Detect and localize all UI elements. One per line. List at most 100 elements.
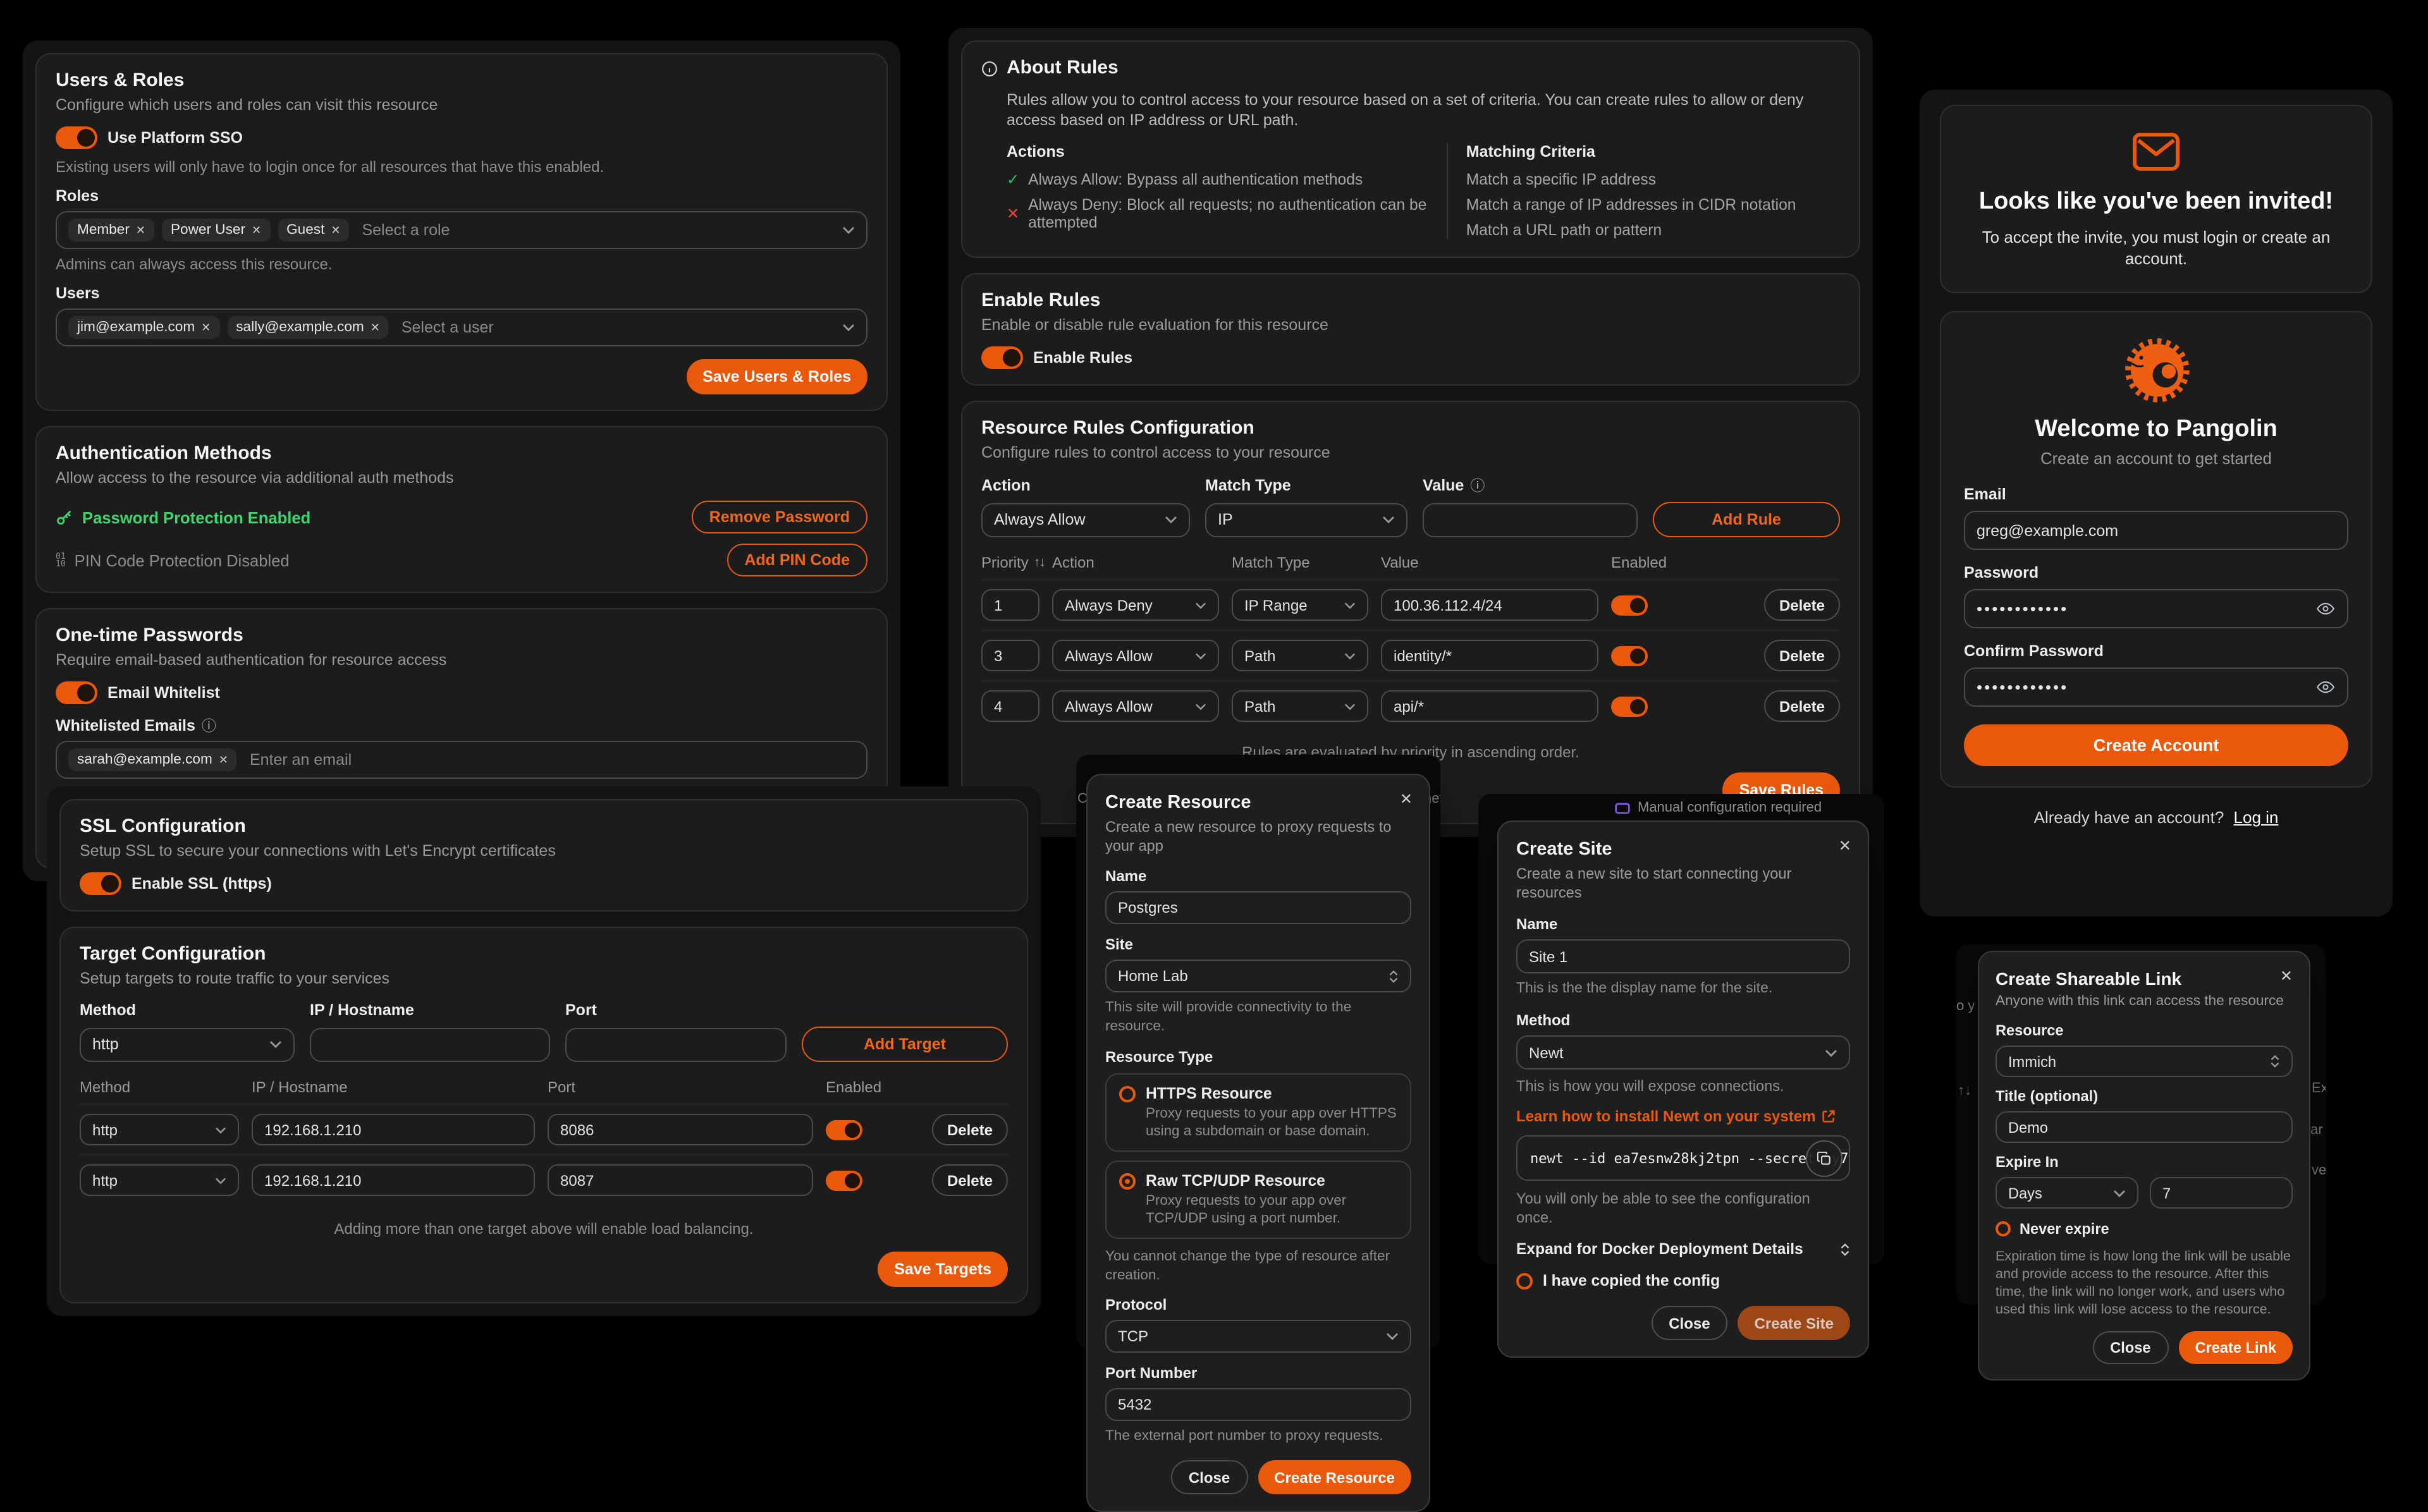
port-number-input[interactable]: 5432 [1105, 1388, 1411, 1421]
match-select[interactable]: Path [1232, 640, 1368, 671]
raw-tcp-udp-option[interactable]: Raw TCP/UDP Resource Proxy requests to y… [1105, 1161, 1411, 1239]
never-expire-radio[interactable] [1996, 1221, 2011, 1236]
remove-password-button[interactable]: Remove Password [692, 501, 868, 533]
create-resource-button[interactable]: Create Resource [1258, 1460, 1411, 1494]
eye-icon[interactable] [2317, 602, 2334, 616]
col-value: Value [1381, 554, 1598, 571]
chip-remove-icon[interactable]: ✕ [201, 319, 211, 336]
add-pin-code-button[interactable]: Add PIN Code [727, 544, 868, 576]
invite-subtitle: To accept the invite, you must login or … [1961, 226, 2351, 269]
action-select[interactable]: Always Deny [1052, 589, 1219, 621]
method-select[interactable]: Newt [1516, 1035, 1850, 1070]
target-enabled-toggle[interactable] [826, 1119, 862, 1140]
create-link-button[interactable]: Create Link [2179, 1331, 2293, 1364]
priority-input[interactable]: 1 [981, 589, 1039, 621]
expire-value-input[interactable]: 7 [2150, 1177, 2293, 1209]
match-type-select[interactable]: IP [1205, 503, 1407, 537]
radio-checked-icon[interactable] [1119, 1173, 1136, 1189]
close-button[interactable]: Close [1171, 1460, 1248, 1494]
delete-rule-button[interactable]: Delete [1764, 690, 1840, 722]
learn-newt-link[interactable]: Learn how to install Newt on your system [1516, 1107, 1815, 1125]
site-name-input[interactable]: Site 1 [1516, 939, 1850, 973]
value-input[interactable] [1423, 503, 1638, 537]
enable-rules-toggle[interactable] [981, 346, 1023, 369]
chip-remove-icon[interactable]: ✕ [219, 751, 228, 769]
chip-remove-icon[interactable]: ✕ [371, 319, 380, 336]
expire-unit-select[interactable]: Days [1996, 1177, 2138, 1209]
action-select[interactable]: Always Allow [1052, 640, 1219, 671]
action-select[interactable]: Always Allow [981, 503, 1190, 537]
save-targets-button[interactable]: Save Targets [878, 1252, 1008, 1287]
chip-remove-icon[interactable]: ✕ [136, 221, 145, 239]
https-resource-option[interactable]: HTTPS Resource Proxy requests to your ap… [1105, 1073, 1411, 1152]
eye-icon[interactable] [2317, 680, 2334, 694]
password-field[interactable]: •••••••••••• [1964, 589, 2348, 628]
close-icon[interactable]: ✕ [1839, 837, 1851, 855]
port-input[interactable]: 8086 [548, 1114, 813, 1145]
panel-users-roles: Users & Roles Configure which users and … [23, 40, 900, 881]
rule-enabled-toggle[interactable] [1611, 696, 1648, 716]
port-input[interactable] [565, 1027, 787, 1061]
chip-remove-icon[interactable]: ✕ [252, 221, 261, 239]
users-multiselect[interactable]: jim@example.com✕ sally@example.com✕ Sele… [56, 308, 868, 346]
chevron-down-icon [842, 324, 855, 331]
email-field[interactable]: greg@example.com [1964, 511, 2348, 550]
priority-input[interactable]: 4 [981, 690, 1039, 722]
chip-remove-icon[interactable]: ✕ [331, 221, 340, 239]
value-input[interactable]: identity/* [1381, 640, 1598, 671]
delete-rule-button[interactable]: Delete [1764, 640, 1840, 671]
close-button[interactable]: Close [1651, 1306, 1727, 1340]
title-input[interactable]: Demo [1996, 1111, 2293, 1143]
card-desc: Require email-based authentication for r… [56, 651, 868, 670]
method-select[interactable]: http [80, 1114, 239, 1145]
host-input[interactable]: 192.168.1.210 [252, 1164, 535, 1196]
delete-rule-button[interactable]: Delete [1764, 589, 1840, 621]
card-target-config: Target Configuration Setup targets to ro… [59, 927, 1028, 1303]
email-whitelist-toggle[interactable] [56, 681, 97, 704]
confirm-password-field[interactable]: •••••••••••• [1964, 668, 2348, 707]
rule-enabled-toggle[interactable] [1611, 645, 1648, 666]
criteria-item: Match a URL path or pattern [1466, 221, 1840, 239]
key-icon [56, 508, 73, 526]
delete-target-button[interactable]: Delete [932, 1114, 1008, 1145]
use-platform-sso-toggle[interactable] [56, 126, 97, 149]
copy-icon[interactable] [1806, 1140, 1842, 1177]
col-method: Method [80, 1078, 239, 1096]
value-input[interactable]: 100.36.112.4/24 [1381, 589, 1598, 621]
port-input[interactable]: 8087 [548, 1164, 813, 1196]
close-button[interactable]: Close [2092, 1331, 2168, 1364]
protocol-select[interactable]: TCP [1105, 1320, 1411, 1353]
match-select[interactable]: IP Range [1232, 589, 1368, 621]
radio-icon[interactable] [1119, 1085, 1136, 1102]
target-enabled-toggle[interactable] [826, 1170, 862, 1190]
priority-input[interactable]: 3 [981, 640, 1039, 671]
name-input[interactable]: Postgres [1105, 891, 1411, 924]
action-select[interactable]: Always Allow [1052, 690, 1219, 722]
sort-icon[interactable]: ↑↓ [1034, 555, 1045, 570]
role-chip: Guest✕ [278, 219, 349, 241]
copied-config-radio[interactable] [1516, 1272, 1533, 1289]
close-icon[interactable]: ✕ [1400, 790, 1413, 808]
create-site-button[interactable]: Create Site [1738, 1306, 1850, 1340]
method-select[interactable]: http [80, 1027, 295, 1061]
enable-ssl-toggle[interactable] [80, 872, 121, 895]
delete-target-button[interactable]: Delete [932, 1164, 1008, 1196]
add-target-button[interactable]: Add Target [802, 1027, 1008, 1062]
host-input[interactable] [310, 1027, 550, 1061]
roles-multiselect[interactable]: Member✕ Power User✕ Guest✕ Select a role [56, 211, 868, 249]
create-account-button[interactable]: Create Account [1964, 724, 2348, 766]
background-fragment: Exp [2312, 1081, 2326, 1096]
host-input[interactable]: 192.168.1.210 [252, 1114, 535, 1145]
save-users-roles-button[interactable]: Save Users & Roles [686, 359, 868, 394]
site-select[interactable]: Home Lab [1105, 960, 1411, 992]
docker-expand-row[interactable]: Expand for Docker Deployment Details [1516, 1240, 1850, 1258]
login-link[interactable]: Log in [2234, 808, 2279, 827]
emails-input[interactable]: sarah@example.com✕ Enter an email [56, 741, 868, 779]
resource-select[interactable]: Immich [1996, 1046, 2293, 1077]
close-icon[interactable]: ✕ [2280, 967, 2293, 985]
value-input[interactable]: api/* [1381, 690, 1598, 722]
method-select[interactable]: http [80, 1164, 239, 1196]
rule-enabled-toggle[interactable] [1611, 595, 1648, 615]
match-select[interactable]: Path [1232, 690, 1368, 722]
add-rule-button[interactable]: Add Rule [1653, 502, 1840, 537]
